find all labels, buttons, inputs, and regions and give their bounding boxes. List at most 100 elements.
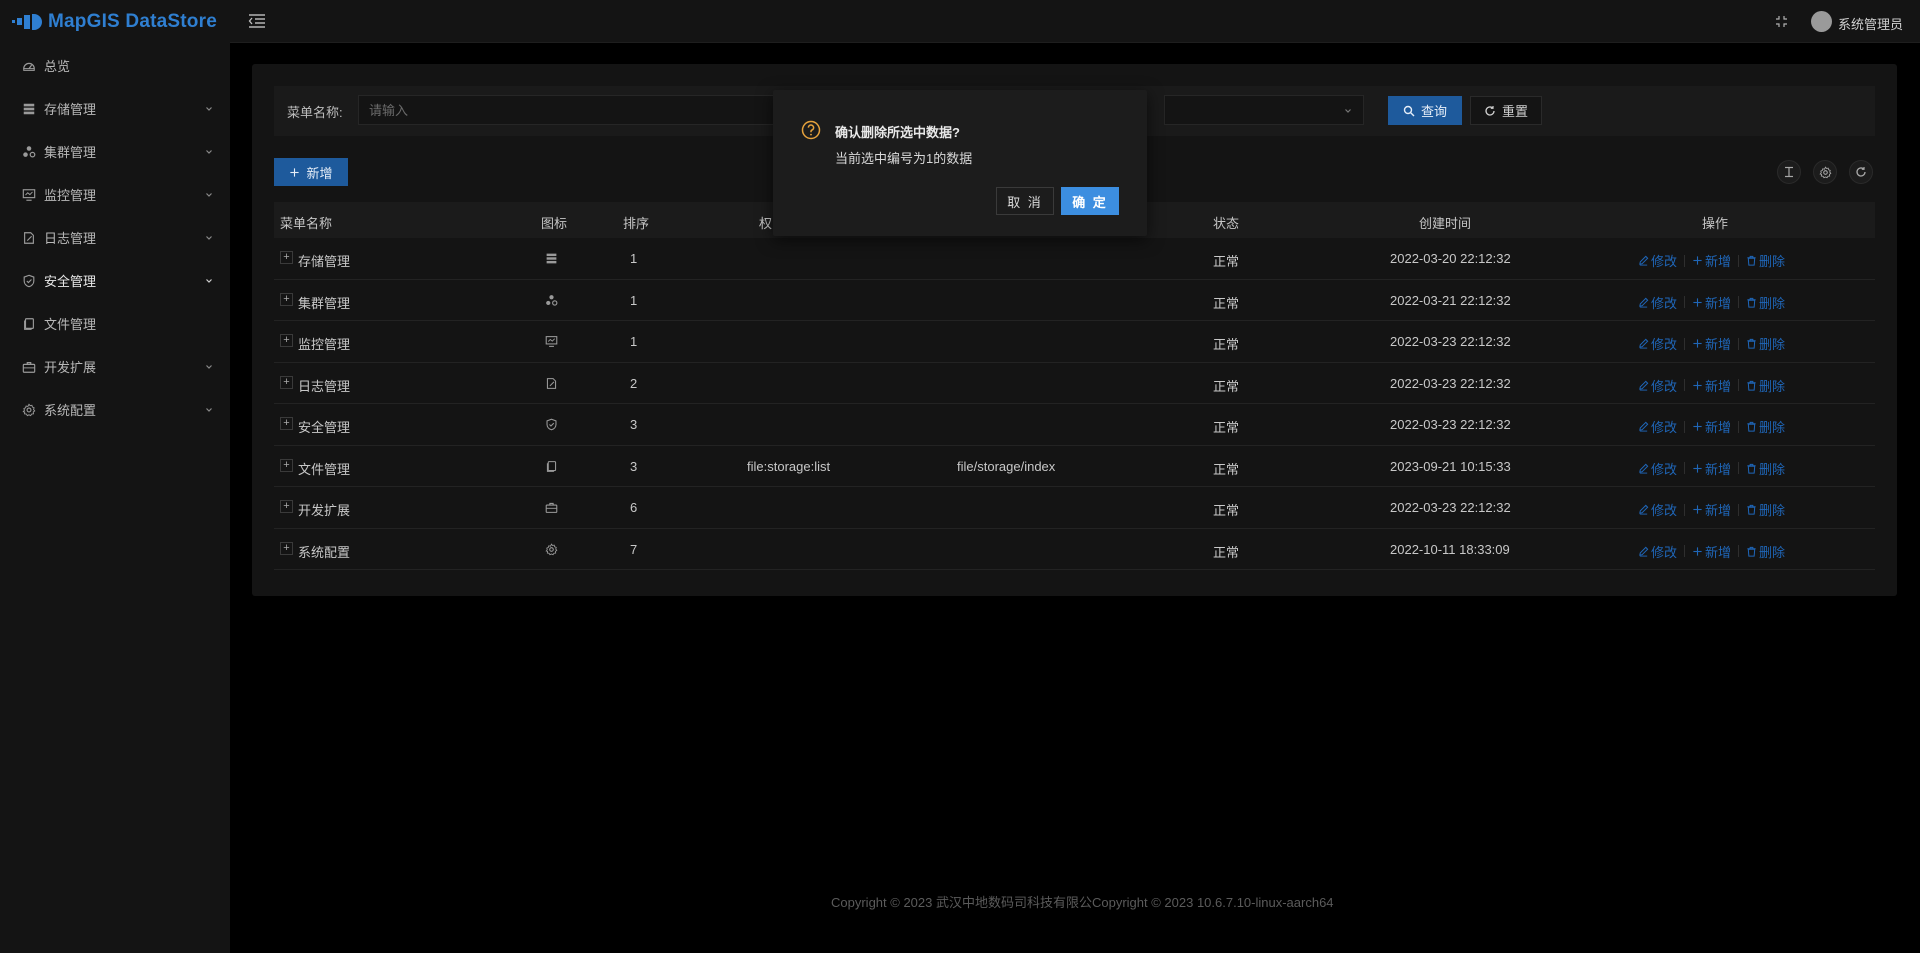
monitor-icon bbox=[545, 335, 558, 348]
delete-link[interactable]: 删除 bbox=[1746, 251, 1785, 270]
sidebar-item-storage[interactable]: 存储管理 bbox=[0, 87, 230, 130]
delete-link[interactable]: 删除 bbox=[1746, 293, 1785, 312]
avatar[interactable] bbox=[1811, 11, 1832, 32]
expand-row-button[interactable]: + bbox=[280, 500, 293, 513]
edit-link[interactable]: 修改 bbox=[1638, 500, 1677, 519]
cell-created-time: 2023-09-21 10:15:33 bbox=[1390, 458, 1511, 474]
sidebar-item-cluster[interactable]: 集群管理 bbox=[0, 130, 230, 173]
table-row[interactable]: + 安全管理 3 正常 2022-03-23 22:12:32 修改 新增 删除 bbox=[274, 404, 1875, 446]
cell-permission: file:storage:list bbox=[747, 458, 831, 474]
sidebar-item-log[interactable]: 日志管理 bbox=[0, 216, 230, 259]
sidebar-item-overview[interactable]: 总览 bbox=[0, 44, 230, 87]
add-child-link[interactable]: 新增 bbox=[1692, 542, 1731, 561]
edit-link[interactable]: 修改 bbox=[1638, 542, 1677, 561]
collapse-menu-icon[interactable] bbox=[248, 13, 266, 29]
status-select[interactable] bbox=[1164, 95, 1364, 125]
edit-link-label: 修改 bbox=[1651, 544, 1678, 560]
expand-row-button[interactable]: + bbox=[280, 334, 293, 347]
app-logo[interactable]: MapGIS DataStore bbox=[0, 0, 230, 44]
table-row[interactable]: + 系统配置 7 正常 2022-10-11 18:33:09 修改 新增 删除 bbox=[274, 529, 1875, 570]
reset-button[interactable]: 重置 bbox=[1470, 96, 1542, 125]
delete-link[interactable]: 删除 bbox=[1746, 334, 1785, 353]
column-header-name: 菜单名称 bbox=[280, 216, 333, 231]
edit-link[interactable]: 修改 bbox=[1638, 293, 1677, 312]
column-header-actions: 操作 bbox=[1702, 216, 1729, 231]
sidebar-item-label: 系统配置 bbox=[44, 403, 97, 418]
add-child-link-label: 新增 bbox=[1705, 378, 1732, 394]
add-child-link[interactable]: 新增 bbox=[1692, 417, 1731, 436]
edit-link[interactable]: 修改 bbox=[1638, 251, 1677, 270]
table-row[interactable]: + 存储管理 1 正常 2022-03-20 22:12:32 修改 新增 删除 bbox=[274, 238, 1875, 280]
footer-copyright: Copyright © 2023 武汉中地数码司科技有限公Copyright ©… bbox=[831, 895, 1334, 910]
add-child-link[interactable]: 新增 bbox=[1692, 251, 1731, 270]
cell-component-path: file/storage/index bbox=[957, 458, 1056, 474]
trash-icon bbox=[1746, 504, 1757, 515]
refresh-table-button[interactable] bbox=[1849, 160, 1873, 184]
table-row[interactable]: + 集群管理 1 正常 2022-03-21 22:12:32 修改 新增 删除 bbox=[274, 280, 1875, 321]
cell-status: 正常 bbox=[1213, 295, 1240, 311]
logo-mark-icon bbox=[12, 12, 46, 32]
add-button[interactable]: 新增 bbox=[274, 158, 348, 186]
confirm-button[interactable]: 确 定 bbox=[1061, 187, 1119, 215]
cancel-button[interactable]: 取 消 bbox=[996, 187, 1054, 215]
row-actions: 修改 新增 删除 bbox=[1638, 334, 1785, 353]
sidebar: MapGIS DataStore 总览存储管理集群管理 监控管理 日志管理 安全管理文… bbox=[0, 0, 230, 953]
chevron-down-icon bbox=[204, 233, 214, 243]
chevron-down-icon bbox=[1343, 106, 1353, 116]
cluster-icon bbox=[22, 145, 36, 159]
file-icon bbox=[22, 317, 36, 331]
column-height-toggle[interactable] bbox=[1777, 160, 1801, 184]
table-row[interactable]: + 文件管理 3 file:storage:list file/storage/inde… bbox=[274, 446, 1875, 487]
plus-icon bbox=[1692, 504, 1703, 515]
add-child-link[interactable]: 新增 bbox=[1692, 334, 1731, 353]
edit-link-label: 修改 bbox=[1651, 420, 1678, 435]
divider bbox=[1738, 379, 1740, 391]
expand-row-button[interactable]: + bbox=[280, 375, 293, 389]
add-child-link[interactable]: 新增 bbox=[1692, 500, 1731, 519]
delete-link[interactable]: 删除 bbox=[1746, 417, 1785, 436]
fullscreen-icon[interactable] bbox=[1775, 15, 1788, 28]
delete-link[interactable]: 删除 bbox=[1746, 542, 1785, 561]
expand-row-button[interactable]: + bbox=[280, 417, 293, 430]
expand-row-button[interactable]: + bbox=[280, 292, 293, 306]
cell-created-time: 2022-03-20 22:12:32 bbox=[1390, 251, 1511, 266]
delete-link[interactable]: 删除 bbox=[1746, 376, 1785, 395]
table-row[interactable]: + 日志管理 2 正常 2022-03-23 22:12:32 修改 新增 删除 bbox=[274, 363, 1875, 404]
sidebar-item-label: 总览 bbox=[44, 59, 71, 74]
edit-link-label: 修改 bbox=[1651, 254, 1678, 269]
edit-link-label: 修改 bbox=[1651, 378, 1678, 394]
edit-link[interactable]: 修改 bbox=[1638, 459, 1677, 478]
edit-link-label: 修改 bbox=[1651, 295, 1678, 311]
cell-created-time: 2022-03-23 22:12:32 bbox=[1390, 500, 1511, 515]
table-row[interactable]: + 监控管理 1 正常 2022-03-23 22:12:32 修改 新增 删除 bbox=[274, 321, 1875, 363]
expand-row-button[interactable]: + bbox=[280, 541, 293, 555]
delete-link-label: 删除 bbox=[1759, 503, 1786, 518]
column-settings-button[interactable] bbox=[1813, 160, 1837, 184]
add-child-link[interactable]: 新增 bbox=[1692, 459, 1731, 478]
edit-link[interactable]: 修改 bbox=[1638, 376, 1677, 395]
edit-link[interactable]: 修改 bbox=[1638, 417, 1677, 436]
username[interactable]: 系统管理员 bbox=[1838, 14, 1903, 33]
sidebar-item-dev-extension[interactable]: 开发扩展 bbox=[0, 345, 230, 388]
query-button[interactable]: 查询 bbox=[1388, 96, 1462, 125]
sidebar-item-security[interactable]: 安全管理 bbox=[0, 259, 230, 302]
table-row[interactable]: + 开发扩展 6 正常 2022-03-23 22:12:32 修改 新增 删除 bbox=[274, 487, 1875, 529]
expand-row-button[interactable]: + bbox=[280, 251, 293, 264]
delete-link[interactable]: 删除 bbox=[1746, 500, 1785, 519]
edit-link[interactable]: 修改 bbox=[1638, 334, 1677, 353]
sidebar-item-label: 存储管理 bbox=[44, 102, 97, 117]
sidebar-item-file[interactable]: 文件管理 bbox=[0, 302, 230, 345]
cell-order: 1 bbox=[630, 251, 638, 266]
sidebar-item-system-config[interactable]: 系统配置 bbox=[0, 388, 230, 431]
menu-name-search-input[interactable] bbox=[358, 95, 798, 125]
delete-link[interactable]: 删除 bbox=[1746, 459, 1785, 478]
edit-icon bbox=[1638, 255, 1649, 266]
cell-created-time: 2022-03-23 22:12:32 bbox=[1390, 417, 1511, 432]
divider bbox=[1738, 462, 1740, 474]
trash-icon bbox=[1746, 421, 1757, 432]
cell-menu-name: 监控管理 bbox=[298, 337, 351, 352]
expand-row-button[interactable]: + bbox=[280, 458, 293, 472]
sidebar-item-monitor[interactable]: 监控管理 bbox=[0, 173, 230, 216]
add-child-link[interactable]: 新增 bbox=[1692, 376, 1731, 395]
add-child-link[interactable]: 新增 bbox=[1692, 293, 1731, 312]
